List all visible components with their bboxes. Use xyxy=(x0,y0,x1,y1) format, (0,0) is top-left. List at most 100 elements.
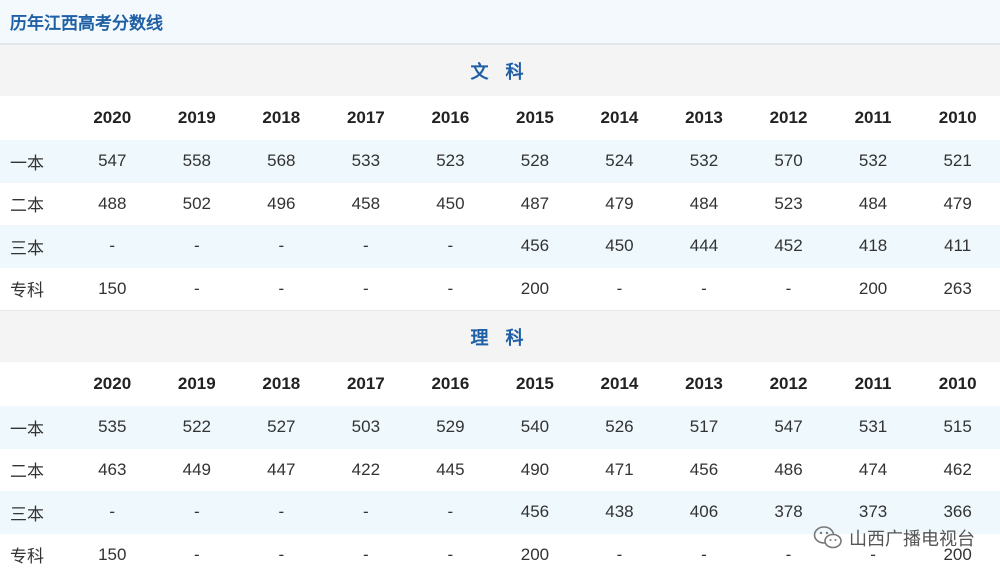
score-cell: 200 xyxy=(831,268,916,311)
score-cell: 456 xyxy=(493,225,578,268)
score-cell: 532 xyxy=(662,140,747,183)
score-cell: - xyxy=(324,491,409,534)
year-header: 2012 xyxy=(746,96,831,140)
score-cell: 531 xyxy=(831,406,916,449)
watermark: 山西广播电视台 xyxy=(813,525,975,551)
score-cell: 447 xyxy=(239,449,324,492)
score-cell: - xyxy=(155,491,240,534)
year-header: 2013 xyxy=(662,96,747,140)
watermark-text: 山西广播电视台 xyxy=(849,525,975,551)
score-cell: 479 xyxy=(577,183,662,226)
table-row: 三本-----456450444452418411 xyxy=(0,225,1000,268)
score-cell: 452 xyxy=(746,225,831,268)
year-header: 2014 xyxy=(577,96,662,140)
score-cell: - xyxy=(70,225,155,268)
year-header: 2011 xyxy=(831,96,916,140)
year-header: 2018 xyxy=(239,362,324,406)
score-cell: 200 xyxy=(493,534,578,576)
score-cell: 526 xyxy=(577,406,662,449)
score-cell: 200 xyxy=(493,268,578,311)
score-cell: - xyxy=(408,225,493,268)
score-cell: - xyxy=(324,225,409,268)
score-cell: 438 xyxy=(577,491,662,534)
score-cell: - xyxy=(324,534,409,576)
score-cell: 462 xyxy=(915,449,1000,492)
score-cell: 449 xyxy=(155,449,240,492)
score-cell: - xyxy=(408,268,493,311)
year-header: 2020 xyxy=(70,96,155,140)
score-cell: - xyxy=(408,534,493,576)
year-header: 2010 xyxy=(915,362,1000,406)
score-tables: 文 科2020201920182017201620152014201320122… xyxy=(0,44,1000,576)
row-label: 二本 xyxy=(0,183,70,226)
year-header: 2018 xyxy=(239,96,324,140)
score-cell: 528 xyxy=(493,140,578,183)
year-header: 2017 xyxy=(324,362,409,406)
row-label: 一本 xyxy=(0,140,70,183)
score-cell: 263 xyxy=(915,268,1000,311)
score-cell: 486 xyxy=(746,449,831,492)
row-label: 三本 xyxy=(0,491,70,534)
year-header: 2015 xyxy=(493,96,578,140)
year-header-row: 2020201920182017201620152014201320122011… xyxy=(0,362,1000,406)
score-cell: 523 xyxy=(746,183,831,226)
score-cell: 150 xyxy=(70,534,155,576)
score-cell: - xyxy=(746,268,831,311)
score-cell: - xyxy=(70,491,155,534)
year-header-row: 2020201920182017201620152014201320122011… xyxy=(0,96,1000,140)
score-cell: 540 xyxy=(493,406,578,449)
year-header: 2017 xyxy=(324,96,409,140)
row-label: 专科 xyxy=(0,534,70,576)
score-table: 2020201920182017201620152014201320122011… xyxy=(0,96,1000,310)
table-row: 二本488502496458450487479484523484479 xyxy=(0,183,1000,226)
score-cell: 517 xyxy=(662,406,747,449)
page-title: 历年江西高考分数线 xyxy=(10,9,163,34)
score-cell: 515 xyxy=(915,406,1000,449)
corner-cell xyxy=(0,96,70,140)
score-cell: 521 xyxy=(915,140,1000,183)
score-cell: 522 xyxy=(155,406,240,449)
score-cell: - xyxy=(324,268,409,311)
score-cell: 533 xyxy=(324,140,409,183)
wechat-icon xyxy=(813,525,843,551)
score-cell: 547 xyxy=(746,406,831,449)
row-label: 专科 xyxy=(0,268,70,311)
section-header: 理 科 xyxy=(0,310,1000,362)
score-cell: - xyxy=(239,225,324,268)
table-row: 一本547558568533523528524532570532521 xyxy=(0,140,1000,183)
score-cell: - xyxy=(155,534,240,576)
score-cell: 418 xyxy=(831,225,916,268)
score-cell: 527 xyxy=(239,406,324,449)
score-cell: - xyxy=(239,534,324,576)
year-header: 2010 xyxy=(915,96,1000,140)
score-cell: 535 xyxy=(70,406,155,449)
score-cell: - xyxy=(155,268,240,311)
score-cell: - xyxy=(662,268,747,311)
score-cell: - xyxy=(577,534,662,576)
score-cell: 484 xyxy=(662,183,747,226)
score-cell: 150 xyxy=(70,268,155,311)
row-label: 三本 xyxy=(0,225,70,268)
score-cell: 444 xyxy=(662,225,747,268)
year-header: 2013 xyxy=(662,362,747,406)
score-cell: 471 xyxy=(577,449,662,492)
score-cell: 450 xyxy=(577,225,662,268)
score-cell: - xyxy=(239,268,324,311)
section-header: 文 科 xyxy=(0,44,1000,96)
score-cell: 558 xyxy=(155,140,240,183)
score-cell: 568 xyxy=(239,140,324,183)
score-cell: 458 xyxy=(324,183,409,226)
score-cell: 529 xyxy=(408,406,493,449)
year-header: 2016 xyxy=(408,96,493,140)
score-cell: - xyxy=(239,491,324,534)
score-cell: 422 xyxy=(324,449,409,492)
score-cell: 547 xyxy=(70,140,155,183)
year-header: 2011 xyxy=(831,362,916,406)
year-header: 2019 xyxy=(155,96,240,140)
table-row: 二本463449447422445490471456486474462 xyxy=(0,449,1000,492)
score-cell: 488 xyxy=(70,183,155,226)
score-cell: - xyxy=(408,491,493,534)
row-label: 一本 xyxy=(0,406,70,449)
score-cell: 524 xyxy=(577,140,662,183)
score-cell: 479 xyxy=(915,183,1000,226)
